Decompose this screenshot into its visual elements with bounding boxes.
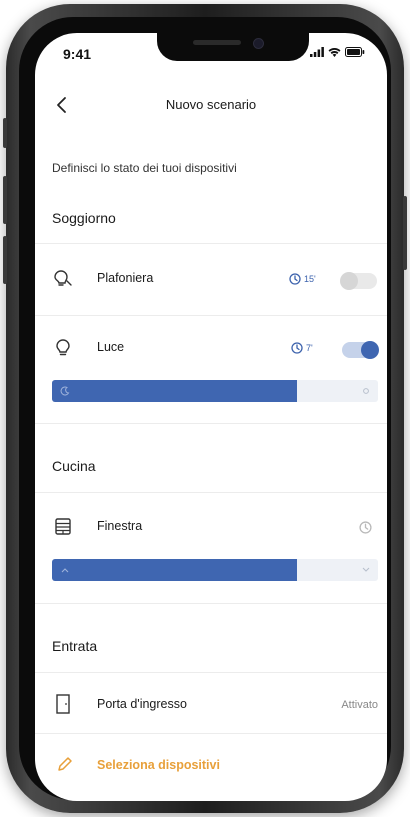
clock-icon[interactable] (359, 521, 372, 534)
clock-icon (289, 273, 301, 285)
divider (35, 492, 387, 493)
door-icon (56, 694, 70, 714)
divider (35, 315, 387, 316)
slider-fill (52, 380, 297, 402)
toggle-switch-off[interactable] (340, 272, 377, 290)
brightness-slider[interactable] (52, 380, 378, 402)
signal-icon (310, 47, 324, 57)
volume-up-button (3, 176, 7, 224)
divider (35, 423, 387, 424)
timer-badge[interactable]: 15' (289, 273, 316, 285)
volume-down-button (3, 236, 7, 284)
page-subtitle: Definisci lo stato dei tuoi dispositivi (52, 161, 237, 175)
status-time: 9:41 (63, 46, 92, 62)
phone-notch (157, 33, 309, 61)
device-label: Luce (97, 340, 125, 354)
device-label: Porta d'ingresso (97, 697, 187, 711)
blind-position-slider[interactable] (52, 559, 378, 581)
bulb-icon (54, 270, 72, 286)
bulb-icon (56, 339, 70, 356)
speaker (193, 40, 241, 45)
section-title-cucina: Cucina (52, 458, 96, 474)
clock-icon (291, 342, 303, 354)
device-label: Finestra (97, 519, 143, 533)
power-button (403, 196, 407, 270)
pencil-icon (58, 757, 72, 771)
toggle-knob (361, 341, 379, 359)
status-icons (310, 47, 365, 57)
divider (35, 733, 387, 734)
chevron-up-icon (61, 568, 69, 573)
toggle-knob (340, 272, 358, 290)
chevron-down-icon (362, 567, 370, 572)
timer-value: 15' (304, 274, 316, 284)
wifi-icon (328, 47, 341, 57)
app-screen: 9:41 Nuovo scenario Definisci lo stato d… (35, 33, 387, 801)
page-title: Nuovo scenario (165, 97, 257, 112)
moon-icon (60, 386, 70, 396)
front-camera (253, 38, 264, 49)
mute-switch (3, 118, 7, 148)
divider (35, 603, 387, 604)
timer-value: 7' (306, 343, 313, 353)
slider-fill (52, 559, 297, 581)
select-devices-label: Seleziona dispositivi (97, 758, 220, 772)
battery-icon (345, 47, 365, 57)
toggle-switch-on[interactable] (342, 341, 379, 359)
divider (35, 243, 387, 244)
section-title-entrata: Entrata (52, 638, 98, 654)
blind-icon (55, 518, 71, 535)
device-label: Plafoniera (97, 271, 154, 285)
device-state: Attivato (341, 699, 378, 711)
section-title-soggiorno: Soggiorno (52, 210, 116, 226)
timer-badge[interactable]: 7' (291, 342, 313, 354)
sun-icon (363, 388, 369, 394)
divider (35, 672, 387, 673)
